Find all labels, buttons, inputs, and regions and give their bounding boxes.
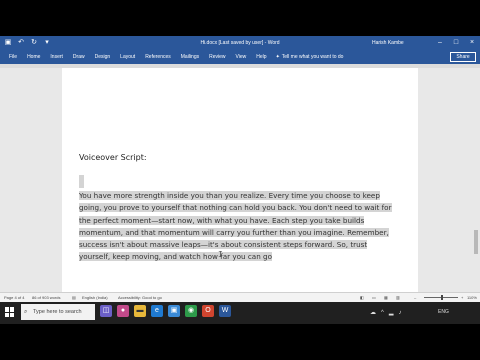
system-tray: ☁ ^ ▂ ♪	[370, 308, 401, 318]
word-count[interactable]: 86 of 903 words	[32, 293, 60, 302]
tell-me-box[interactable]: ✦ Tell me what you want to do	[276, 53, 344, 61]
minimize-icon[interactable]: –	[432, 36, 448, 50]
zoom-in-icon[interactable]: +	[461, 293, 463, 302]
tab-mailings[interactable]: Mailings	[176, 53, 204, 61]
copilot-icon[interactable]: ●	[117, 305, 129, 317]
tab-home[interactable]: Home	[22, 53, 45, 61]
network-icon[interactable]: ▂	[389, 308, 394, 318]
task-view-icon[interactable]: ◫	[100, 305, 112, 317]
word-icon[interactable]: W	[219, 305, 231, 317]
status-bar: Page 4 of 4 86 of 903 words ▤ English (I…	[0, 292, 480, 302]
close-icon[interactable]: ×	[464, 36, 480, 50]
tab-view[interactable]: View	[231, 53, 252, 61]
store-icon[interactable]: ▣	[168, 305, 180, 317]
language[interactable]: English (India)	[82, 293, 108, 302]
quick-access-toolbar: ▣ ↶ ↻ ▾	[4, 38, 51, 48]
document-title: Hi.docx [Last saved by user] - Word	[200, 40, 280, 46]
title-bar: ▣ ↶ ↻ ▾ Hi.docx [Last saved by user] - W…	[0, 36, 480, 50]
weather-icon[interactable]: ☁	[370, 308, 376, 318]
accessibility-status[interactable]: Accessibility: Good to go	[118, 293, 162, 302]
maximize-icon[interactable]: □	[448, 36, 464, 50]
undo-icon[interactable]: ↶	[17, 38, 25, 48]
tab-references[interactable]: References	[140, 53, 176, 61]
tab-draw[interactable]: Draw	[68, 53, 90, 61]
tab-help[interactable]: Help	[251, 53, 271, 61]
edge-icon[interactable]: e	[151, 305, 163, 317]
script-heading: Voiceover Script:	[79, 153, 147, 162]
redo-icon[interactable]: ↻	[30, 38, 38, 48]
search-icon: ⌕	[24, 309, 28, 315]
windows-start-icon[interactable]	[5, 307, 15, 317]
tab-design[interactable]: Design	[90, 53, 116, 61]
language-indicator[interactable]: ENG	[438, 309, 449, 315]
chrome-icon[interactable]: ◉	[185, 305, 197, 317]
screen: ▣ ↶ ↻ ▾ Hi.docx [Last saved by user] - W…	[0, 36, 480, 324]
focus-icon[interactable]: ◧	[360, 293, 364, 302]
zoom-out-icon[interactable]: –	[414, 293, 416, 302]
read-mode-icon[interactable]: ▭	[372, 293, 376, 302]
document-page[interactable]: Voiceover Script: You have more strength…	[62, 68, 418, 292]
save-icon[interactable]: ▣	[4, 38, 12, 48]
tray-chevron-icon[interactable]: ^	[381, 308, 384, 318]
script-paragraph[interactable]: You have more strength inside you than y…	[79, 190, 397, 264]
page-count[interactable]: Page 4 of 4	[4, 293, 24, 302]
zoom-slider-knob[interactable]	[441, 295, 443, 300]
scrollbar-thumb[interactable]	[474, 230, 478, 254]
tell-me-label: Tell me what you want to do	[281, 54, 344, 60]
empty-selected-line	[79, 175, 84, 188]
tab-review[interactable]: Review	[204, 53, 230, 61]
taskbar: ⌕ Type here to search ◫ ● ▬ e ▣ ◉ O W ☁ …	[0, 302, 480, 324]
share-button[interactable]: Share	[450, 52, 476, 62]
volume-icon[interactable]: ♪	[398, 308, 401, 318]
i-beam-cursor-icon: I	[218, 250, 223, 259]
lightbulb-icon: ✦	[275, 54, 280, 60]
tab-insert[interactable]: Insert	[45, 53, 68, 61]
search-placeholder: Type here to search	[33, 309, 82, 315]
file-explorer-icon[interactable]: ▬	[134, 305, 146, 317]
proofing-icon[interactable]: ▤	[72, 293, 76, 302]
zoom-level[interactable]: 110%	[467, 293, 477, 302]
print-layout-icon[interactable]: ▦	[384, 293, 388, 302]
ribbon-tabs: File Home Insert Draw Design Layout Refe…	[0, 50, 480, 64]
tab-layout[interactable]: Layout	[115, 53, 140, 61]
vertical-scrollbar[interactable]	[472, 68, 480, 292]
office-icon[interactable]: O	[202, 305, 214, 317]
taskbar-search-box[interactable]: ⌕ Type here to search	[21, 304, 95, 320]
tab-file[interactable]: File	[4, 53, 22, 61]
customize-icon[interactable]: ▾	[43, 38, 51, 48]
web-layout-icon[interactable]: ▥	[396, 293, 400, 302]
selected-text: You have more strength inside you than y…	[79, 191, 392, 262]
user-name[interactable]: Harish Kambe	[372, 39, 404, 47]
pinned-apps: ◫ ● ▬ e ▣ ◉ O W	[100, 305, 231, 317]
window-controls: – □ ×	[432, 36, 480, 50]
